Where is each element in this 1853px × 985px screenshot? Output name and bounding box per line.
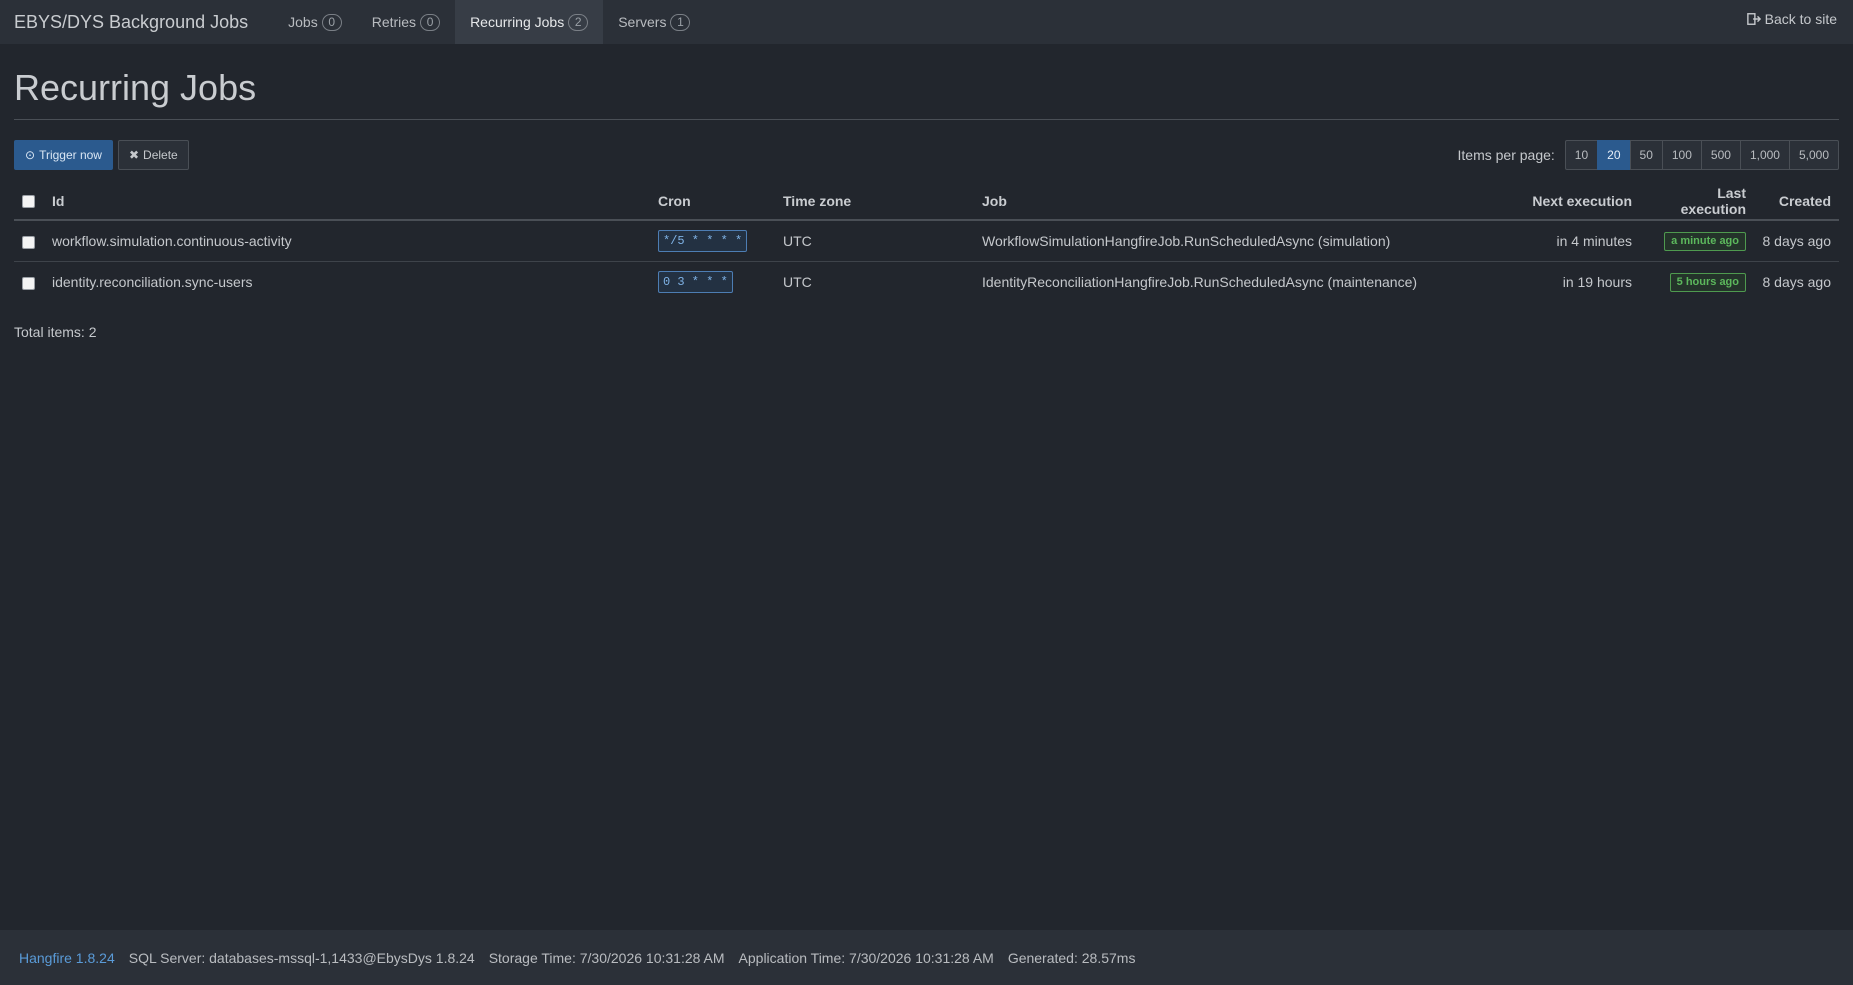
created: 8 days ago — [1762, 273, 1832, 290]
page-size-option[interactable]: 5,000 — [1788, 140, 1839, 170]
cron-expression: 0 3 * * * — [658, 270, 733, 293]
trigger-now-button[interactable]: ⊙ Trigger now — [14, 140, 113, 170]
nav-jobs[interactable]: Jobs 0 — [273, 0, 357, 44]
nav-recurring-jobs[interactable]: Recurring Jobs 2 — [455, 0, 604, 44]
back-to-site-label: Back to site — [1764, 11, 1837, 27]
items-per-page-label: Items per page: — [1457, 147, 1555, 163]
page-size-option[interactable]: 500 — [1700, 140, 1741, 170]
column-header-last-execution: Last execution — [1640, 182, 1754, 221]
page-size-option[interactable]: 50 — [1629, 140, 1663, 170]
row-checkbox[interactable] — [22, 276, 35, 290]
job-id: workflow.simulation.continuous-activity — [44, 220, 650, 262]
play-circle-icon: ⊙ — [25, 148, 36, 162]
nav-jobs-label: Jobs — [288, 14, 318, 30]
created: 8 days ago — [1754, 220, 1839, 262]
page-size-option[interactable]: 10 — [1564, 140, 1599, 170]
next-execution: in 19 hours — [1562, 273, 1632, 290]
table-row: identity.reconciliation.sync-users 0 3 *… — [14, 261, 1839, 302]
recurring-jobs-table: Id Cron Time zone Job Next execution Las… — [14, 182, 1839, 302]
nav-servers[interactable]: Servers 1 — [603, 0, 705, 44]
column-header-next-execution: Next execution — [1510, 182, 1640, 221]
last-execution-badge[interactable]: 5 hours ago — [1669, 272, 1746, 292]
nav-retries-label: Retries — [371, 14, 417, 30]
last-execution-badge[interactable]: a minute ago — [1664, 231, 1746, 251]
sign-out-icon — [1746, 13, 1761, 25]
page-title: Recurring Jobs — [14, 66, 1839, 120]
job-method: WorkflowSimulationHangfireJob.RunSchedul… — [974, 220, 1510, 262]
next-execution: in 4 minutes — [1510, 220, 1640, 262]
generated-time: Generated: 28.57ms — [1007, 949, 1136, 966]
nav-recurring-jobs-count: 2 — [568, 13, 589, 31]
page-size-selector: Items per page: 10 20 50 100 500 1,000 5… — [1458, 140, 1839, 170]
total-items: Total items: 2 — [14, 324, 97, 340]
nav-servers-count: 1 — [670, 13, 691, 31]
timezone: UTC — [783, 273, 812, 290]
job-id: identity.reconciliation.sync-users — [52, 273, 253, 290]
storage-time: Storage Time: 7/30/2026 10:31:28 AM — [488, 949, 725, 966]
row-checkbox[interactable] — [22, 235, 35, 249]
column-header-cron: Cron — [650, 182, 775, 221]
nav-recurring-jobs-label: Recurring Jobs — [470, 14, 565, 30]
page-size-option[interactable]: 1,000 — [1739, 140, 1790, 170]
close-icon: ✖ — [128, 148, 140, 162]
timezone: UTC — [775, 220, 974, 262]
storage-info: SQL Server: databases-mssql-1,1433@EbysD… — [128, 949, 475, 966]
column-header-timezone: Time zone — [775, 182, 974, 221]
page-size-group: 10 20 50 100 500 1,000 5,000 — [1564, 140, 1839, 170]
footer: Hangfire 1.8.24 SQL Server: databases-ms… — [0, 930, 1853, 985]
nav-jobs-count: 0 — [321, 13, 342, 31]
job-method: IdentityReconciliationHangfireJob.RunSch… — [982, 273, 1418, 290]
navbar: EBYS/DYS Background Jobs Jobs 0 Retries … — [0, 0, 1853, 44]
cron-expression: */5 * * * * — [658, 229, 748, 252]
application-time: Application Time: 7/30/2026 10:31:28 AM — [738, 949, 994, 966]
table-row: workflow.simulation.continuous-activity … — [14, 220, 1839, 262]
select-all-checkbox[interactable] — [22, 195, 35, 209]
column-header-id: Id — [44, 182, 650, 221]
delete-label: Delete — [143, 148, 178, 162]
table-header-row: Id Cron Time zone Job Next execution Las… — [14, 182, 1839, 221]
page-size-option-selected[interactable]: 20 — [1597, 140, 1631, 170]
main-content: Recurring Jobs ⊙ Trigger now ✖ Delete It… — [0, 66, 1853, 340]
column-header-job: Job — [974, 182, 1510, 221]
nav-servers-label: Servers — [618, 14, 667, 30]
hangfire-version-link[interactable]: Hangfire 1.8.24 — [19, 950, 115, 966]
column-header-created: Created — [1754, 182, 1839, 221]
back-to-site-link[interactable]: Back to site — [1746, 0, 1837, 38]
brand[interactable]: EBYS/DYS Background Jobs — [0, 0, 263, 44]
delete-button[interactable]: ✖ Delete — [117, 140, 189, 170]
toolbar: ⊙ Trigger now ✖ Delete Items per page: 1… — [14, 140, 1839, 170]
nav-retries-count: 0 — [420, 13, 441, 31]
nav-retries[interactable]: Retries 0 — [357, 0, 455, 44]
page-size-option[interactable]: 100 — [1661, 140, 1702, 170]
trigger-now-label: Trigger now — [39, 148, 102, 162]
